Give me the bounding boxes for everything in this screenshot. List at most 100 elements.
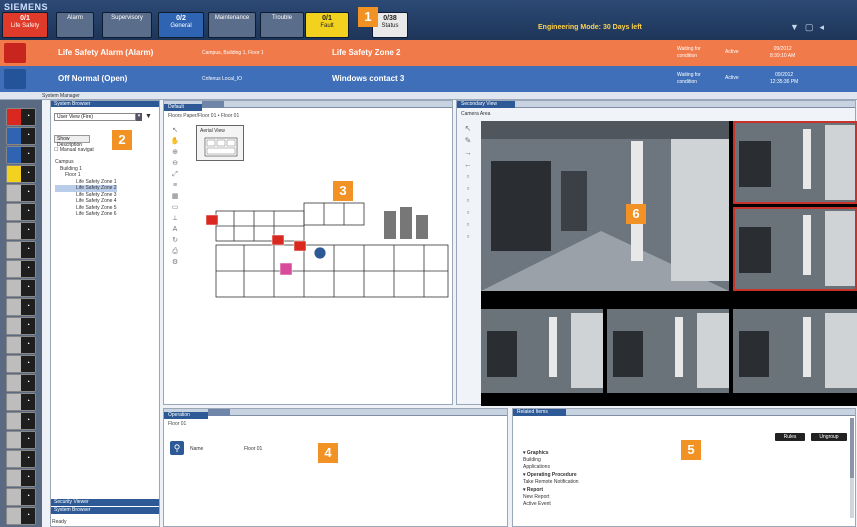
rail-button[interactable]: ◔ xyxy=(6,127,36,145)
category-fault[interactable]: 0/1 Fault xyxy=(305,12,349,38)
rail-button[interactable]: ◔ xyxy=(6,260,36,278)
scrollbar[interactable] xyxy=(850,418,854,518)
rail-button[interactable]: ◔ xyxy=(6,222,36,240)
rail-button[interactable]: ◔ xyxy=(6,298,36,316)
camera-image xyxy=(733,207,857,291)
alarm-row-off-normal[interactable]: Off Normal (Open) Cnfenus Local_IO Windo… xyxy=(0,66,857,92)
category-maintenance[interactable]: Maintenance xyxy=(208,12,256,38)
camera-feed-5[interactable] xyxy=(607,309,729,393)
camera-image xyxy=(733,309,857,393)
manual-navigation-checkbox[interactable]: ☐ Manual navigat xyxy=(54,147,94,153)
print-icon[interactable]: ⎙ xyxy=(170,246,180,257)
zoom-out-icon[interactable]: ⊖ xyxy=(170,158,180,169)
scrollbar-thumb[interactable] xyxy=(850,418,854,478)
layers-icon[interactable]: ≡ xyxy=(170,180,180,191)
filter-icon[interactable]: ▼ xyxy=(145,113,152,120)
filter-icon[interactable]: ▼ xyxy=(790,22,805,32)
rail-button[interactable]: ◔ xyxy=(6,336,36,354)
graphic-toolbar: ↖ ✋ ⊕ ⊖ ⤢ ≡ ▦ ▭ ⟂ A ↻ ⎙ ⚙ xyxy=(170,125,180,355)
rail-button[interactable]: ◔ xyxy=(6,469,36,487)
callout-1: 1 xyxy=(358,7,378,27)
box-icon[interactable]: ▫ xyxy=(461,183,475,195)
pen-icon[interactable]: ✎ xyxy=(461,135,475,147)
rail-button[interactable]: ◔ xyxy=(6,203,36,221)
rail-button[interactable]: ◔ xyxy=(6,393,36,411)
rail-button[interactable]: ◔ xyxy=(6,279,36,297)
rail-button[interactable]: ◔ xyxy=(6,317,36,335)
related-item[interactable]: Applications xyxy=(523,464,579,471)
rail-button[interactable]: ◔ xyxy=(6,412,36,430)
related-item[interactable]: New Report xyxy=(523,494,579,501)
rail-button[interactable]: ◔ xyxy=(6,184,36,202)
tab-secondary-view[interactable]: Secondary View xyxy=(457,101,516,108)
category-trouble[interactable]: Trouble xyxy=(260,12,304,38)
related-group-heading[interactable]: Operating Procedure xyxy=(523,472,579,479)
off-normal-icon xyxy=(4,69,26,89)
select-icon[interactable]: ▭ xyxy=(170,202,180,213)
rail-button[interactable]: ◔ xyxy=(6,241,36,259)
rail-button[interactable]: ◔ xyxy=(6,374,36,392)
camera-feed-4[interactable] xyxy=(481,309,603,393)
category-life-safety[interactable]: 0/1 Life Safety xyxy=(2,12,48,38)
rules-button[interactable]: Rules xyxy=(775,433,805,441)
fit-icon[interactable]: ⤢ xyxy=(170,169,180,180)
rail-button[interactable]: ◔ xyxy=(6,355,36,373)
camera-feed-6[interactable] xyxy=(733,309,857,393)
box-icon[interactable]: ▫ xyxy=(461,171,475,183)
pointer-icon[interactable]: ↖ xyxy=(170,125,180,136)
camera-feed-2[interactable] xyxy=(733,121,857,204)
rail-button[interactable]: ◔ xyxy=(6,165,36,183)
alarm-row-life-safety[interactable]: Life Safety Alarm (Alarm) Campus, Buildi… xyxy=(0,40,857,66)
tab-system-browser[interactable]: System Browser xyxy=(51,507,159,514)
chevron-down-icon[interactable]: ▾ xyxy=(136,113,142,121)
window-icon[interactable]: ▢ xyxy=(805,22,820,32)
rail-button[interactable]: ◔ xyxy=(6,507,36,525)
floor-plan[interactable] xyxy=(204,201,454,321)
category-supervisory[interactable]: Supervisory xyxy=(102,12,152,38)
fire-alarm-icon xyxy=(4,43,26,63)
tab-related-items[interactable]: Related Items xyxy=(513,409,566,416)
operation-tabstrip: Operation xyxy=(164,409,507,419)
related-item[interactable]: Take Remote Notification xyxy=(523,479,579,486)
rail-button[interactable]: ◔ xyxy=(6,431,36,449)
box-icon[interactable]: ▫ xyxy=(461,219,475,231)
measure-icon[interactable]: ⟂ xyxy=(170,213,180,224)
grid-icon[interactable]: ▦ xyxy=(170,191,180,202)
related-item[interactable]: Building xyxy=(523,457,579,464)
tree-item[interactable]: Life Safety Zone 6 xyxy=(55,211,117,218)
sound-icon[interactable]: ◂ xyxy=(819,22,830,32)
box-icon[interactable]: ▫ xyxy=(461,195,475,207)
property-value: Floor 01 xyxy=(244,446,263,452)
box-icon[interactable]: ▫ xyxy=(461,231,475,243)
category-general[interactable]: 0/2 General xyxy=(158,12,204,38)
box-icon[interactable]: ▫ xyxy=(461,207,475,219)
refresh-icon[interactable]: ↻ xyxy=(170,235,180,246)
related-group-heading[interactable]: Graphics xyxy=(523,450,579,457)
search-icon[interactable]: ⚲ xyxy=(170,441,184,455)
camera-feed-main[interactable] xyxy=(481,121,729,291)
related-group-heading[interactable]: Report xyxy=(523,487,579,494)
camera-feed-3[interactable] xyxy=(733,207,857,291)
ungroup-button[interactable]: Ungroup xyxy=(811,433,847,441)
aerial-view[interactable]: Aerial View xyxy=(196,125,244,161)
rail-button[interactable]: ◔ xyxy=(6,450,36,468)
pan-icon[interactable]: ✋ xyxy=(170,136,180,147)
rail-button[interactable]: ◔ xyxy=(6,488,36,506)
show-description-button[interactable]: Show Description xyxy=(54,135,90,148)
related-item[interactable]: Active Event xyxy=(523,501,579,508)
tab-security-viewer[interactable]: Security Viewer xyxy=(51,499,159,506)
category-alarm[interactable]: Alarm xyxy=(56,12,94,38)
pointer-icon[interactable]: ↖ xyxy=(461,123,475,135)
arrow-left-icon[interactable]: ← xyxy=(461,159,475,171)
rail-button[interactable]: ◔ xyxy=(6,108,36,126)
text-icon[interactable]: A xyxy=(170,224,180,235)
tab-operation[interactable]: Operation xyxy=(164,412,208,419)
arrow-right-icon[interactable]: → xyxy=(461,147,475,159)
settings-icon[interactable]: ⚙ xyxy=(170,257,180,268)
view-select[interactable]: User View (Fire) xyxy=(54,113,136,121)
zoom-in-icon[interactable]: ⊕ xyxy=(170,147,180,158)
tab-inactive[interactable] xyxy=(207,409,230,416)
tab-default[interactable]: Default xyxy=(164,104,202,111)
tab-inactive[interactable] xyxy=(201,101,224,108)
rail-button[interactable]: ◔ xyxy=(6,146,36,164)
